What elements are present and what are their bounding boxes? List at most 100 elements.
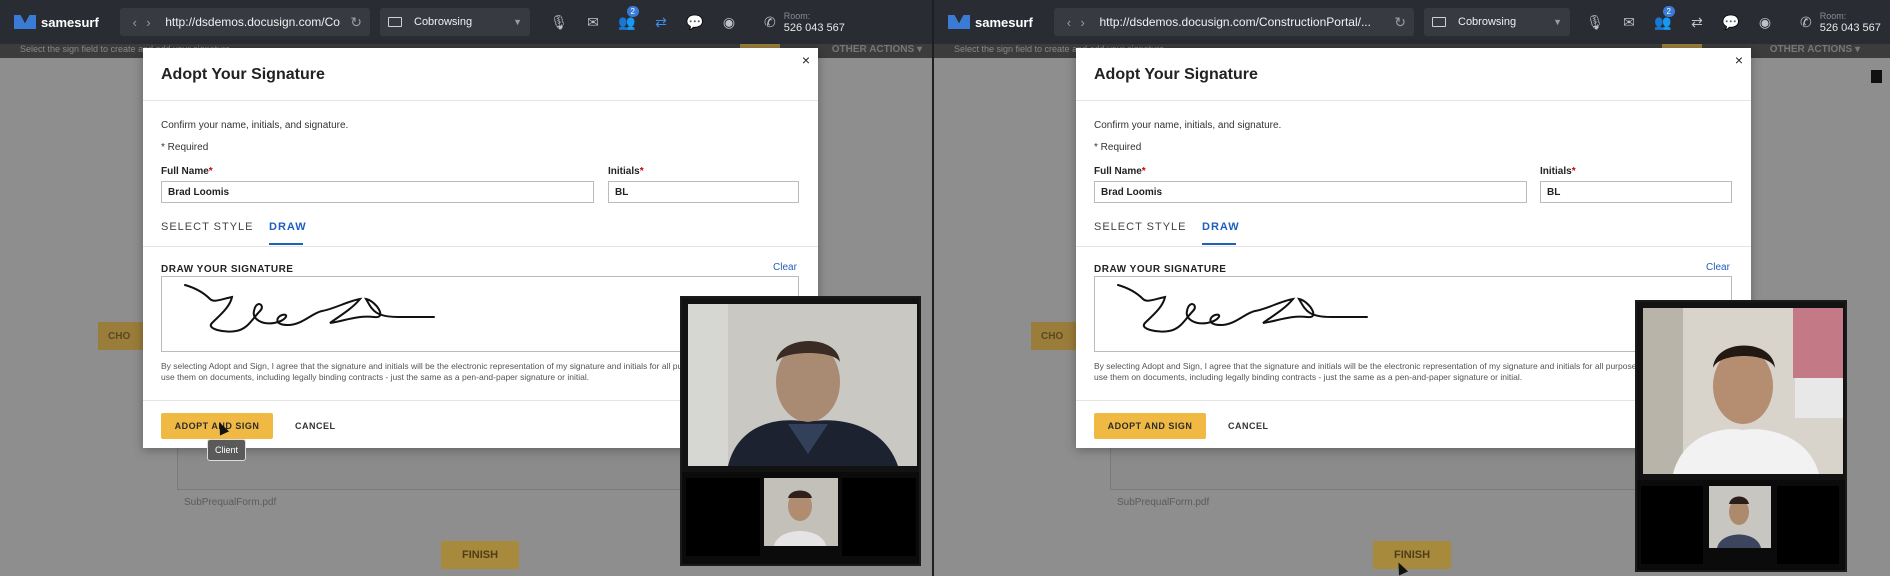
tab-underline	[1202, 243, 1236, 245]
microphone-icon[interactable]: 🎙	[1578, 14, 1612, 31]
thumbnail-video[interactable]	[764, 478, 838, 546]
main-video	[1643, 308, 1843, 474]
full-name-label: Full Name*	[161, 166, 213, 177]
url-text[interactable]: http://dsdemos.docusign.com/Construction…	[165, 15, 340, 29]
url-text[interactable]: http://dsdemos.docusign.com/Construction…	[1100, 15, 1385, 29]
confirm-text: Confirm your name, initials, and signatu…	[161, 120, 349, 131]
adopt-and-sign-button[interactable]: ADOPT AND SIGN	[1094, 413, 1206, 439]
divider	[143, 100, 818, 101]
main-video	[688, 304, 917, 466]
close-icon[interactable]: ×	[1735, 52, 1743, 68]
initials-label: Initials*	[608, 166, 644, 177]
cancel-button[interactable]: CANCEL	[295, 413, 336, 439]
participants-badge: 2	[1662, 5, 1675, 17]
participants-icon[interactable]: 👥 2	[1646, 5, 1680, 31]
video-panel[interactable]: ✥	[1635, 300, 1847, 572]
brand-name: samesurf	[41, 14, 99, 30]
thumbnail-row	[1637, 480, 1845, 570]
thumbnail-row	[682, 472, 919, 564]
thumbnail-feed	[1709, 486, 1771, 548]
thumbnail-video[interactable]	[1709, 486, 1771, 548]
pdf-filename: SubPrequalForm.pdf	[1117, 497, 1210, 508]
divider	[143, 246, 818, 247]
room-info: ✆ Room: 526 043 567	[764, 10, 845, 34]
participants-icon[interactable]: 👥 2	[610, 5, 644, 31]
empty-thumbnail	[1777, 486, 1839, 564]
chat-icon[interactable]: 💬	[678, 14, 712, 31]
tab-draw[interactable]: DRAW	[1202, 221, 1240, 233]
swap-control-icon[interactable]: ⇄	[644, 14, 678, 31]
samesurf-toolbar: samesurf ‹ › http://dsdemos.docusign.com…	[0, 0, 932, 44]
chevron-down-icon: ▼	[513, 17, 522, 27]
divider	[1076, 246, 1751, 247]
tab-select-style[interactable]: SELECT STYLE	[1094, 221, 1187, 233]
mail-icon[interactable]: ✉	[1612, 14, 1646, 31]
samesurf-toolbar: samesurf ‹ › http://dsdemos.docusign.com…	[934, 0, 1890, 44]
record-icon[interactable]: ◉	[712, 14, 746, 31]
reload-icon[interactable]: ↻	[1394, 14, 1406, 31]
record-icon[interactable]: ◉	[1748, 14, 1782, 31]
chevron-down-icon: ▼	[1553, 17, 1562, 27]
initials-input[interactable]: BL	[608, 181, 799, 203]
initials-label: Initials*	[1540, 166, 1576, 177]
modal-title: Adopt Your Signature	[161, 66, 325, 83]
right-session-pane: samesurf ‹ › http://dsdemos.docusign.com…	[934, 0, 1890, 576]
full-name-label: Full Name*	[1094, 166, 1146, 177]
clear-link[interactable]: Clear	[1706, 262, 1730, 273]
mode-select[interactable]: Cobrowsing ▼	[1424, 8, 1570, 36]
empty-thumbnail	[1641, 486, 1703, 564]
draw-signature-label: DRAW YOUR SIGNATURE	[161, 264, 294, 275]
room-info: ✆ Room: 526 043 567	[1800, 10, 1881, 34]
reload-icon[interactable]: ↻	[350, 14, 362, 31]
finish-button[interactable]: FINISH	[441, 541, 519, 569]
mode-label: Cobrowsing	[414, 16, 473, 28]
other-actions-menu[interactable]: OTHER ACTIONS ▾	[832, 44, 922, 55]
phone-icon[interactable]: ✆	[1800, 14, 1812, 31]
chat-icon[interactable]: 💬	[1714, 14, 1748, 31]
forward-icon[interactable]: ›	[1076, 15, 1090, 30]
room-label: Room:	[1819, 11, 1847, 21]
samesurf-logo-icon	[948, 15, 970, 29]
swap-control-icon[interactable]: ⇄	[1680, 14, 1714, 31]
other-actions-menu[interactable]: OTHER ACTIONS ▾	[1770, 44, 1860, 55]
choose-button[interactable]: CHO	[98, 322, 148, 350]
microphone-icon[interactable]: 🎙	[542, 14, 576, 31]
forward-icon[interactable]: ›	[142, 15, 156, 30]
confirm-text: Confirm your name, initials, and signatu…	[1094, 120, 1282, 131]
draw-signature-label: DRAW YOUR SIGNATURE	[1094, 264, 1227, 275]
close-icon[interactable]: ×	[802, 52, 810, 68]
monitor-icon	[388, 17, 402, 27]
participants-badge: 2	[626, 5, 639, 17]
participant-video-feed	[688, 304, 917, 466]
mail-icon[interactable]: ✉	[576, 14, 610, 31]
empty-thumbnail	[842, 478, 916, 556]
full-name-input[interactable]: Brad Loomis	[161, 181, 594, 203]
room-label: Room:	[783, 11, 811, 21]
finish-button[interactable]: FINISH	[1373, 541, 1451, 569]
samesurf-logo: samesurf	[14, 15, 104, 30]
phone-icon[interactable]: ✆	[764, 14, 776, 31]
initials-input[interactable]: BL	[1540, 181, 1732, 203]
tab-select-style[interactable]: SELECT STYLE	[161, 221, 254, 233]
document-icon[interactable]	[1871, 70, 1882, 83]
mode-label: Cobrowsing	[1458, 16, 1517, 28]
back-icon[interactable]: ‹	[1062, 15, 1076, 30]
clear-link[interactable]: Clear	[773, 262, 797, 273]
url-bar[interactable]: ‹ › http://dsdemos.docusign.com/Construc…	[120, 8, 370, 36]
client-tooltip: Client	[207, 439, 247, 461]
url-bar[interactable]: ‹ › http://dsdemos.docusign.com/Construc…	[1054, 8, 1414, 36]
divider	[1076, 100, 1751, 101]
required-note: * Required	[161, 142, 209, 153]
samesurf-logo: samesurf	[948, 15, 1038, 30]
monitor-icon	[1432, 17, 1446, 27]
tab-draw[interactable]: DRAW	[269, 221, 307, 233]
room-number: 526 043 567	[1819, 22, 1881, 34]
video-panel[interactable]: ✥	[680, 296, 921, 566]
thumbnail-feed	[764, 478, 838, 546]
full-name-input[interactable]: Brad Loomis	[1094, 181, 1527, 203]
participant-video-feed	[1643, 308, 1843, 474]
cancel-button[interactable]: CANCEL	[1228, 413, 1269, 439]
back-icon[interactable]: ‹	[128, 15, 142, 30]
mode-select[interactable]: Cobrowsing ▼	[380, 8, 530, 36]
choose-button[interactable]: CHO	[1031, 322, 1081, 350]
